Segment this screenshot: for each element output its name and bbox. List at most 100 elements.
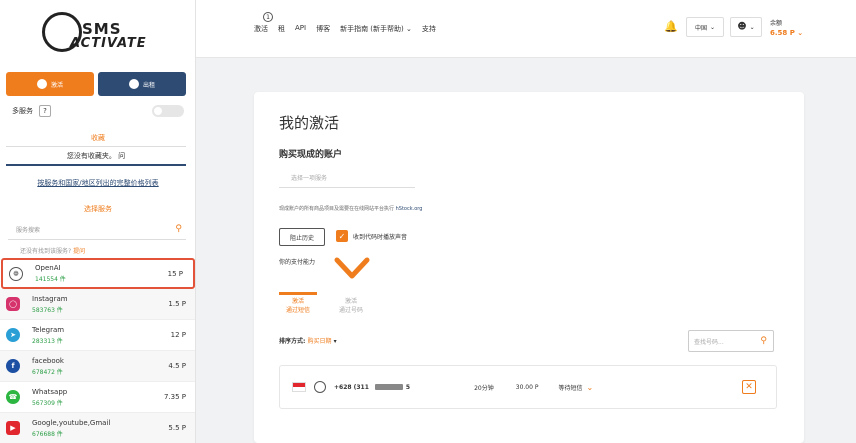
service-price: 15 P xyxy=(167,269,183,278)
not-found-prompt: 还没有找到该服务? 提问 xyxy=(20,246,85,255)
multi-service-toggle[interactable] xyxy=(152,105,184,117)
service-search-input[interactable]: 服务搜索 ⚲ xyxy=(8,220,186,240)
service-price: 1.5 P xyxy=(168,300,186,308)
service-price: 7.35 P xyxy=(163,393,186,401)
tab-rent[interactable]: 出租 xyxy=(98,72,186,96)
full-price-list-link[interactable]: 按服务和国家/地区列出的完整价格列表 xyxy=(0,178,195,188)
service-name: Telegram xyxy=(32,325,65,334)
service-price: 4.5 P xyxy=(168,362,186,370)
balance-value: 6.58 P xyxy=(770,29,795,37)
order-phone[interactable]: +628 (311 xyxy=(334,384,369,391)
service-name: OpenAI xyxy=(35,264,61,272)
history-button[interactable]: 阻止历史 xyxy=(279,228,325,246)
buy-service-select[interactable]: 选择一项服务 xyxy=(279,168,415,188)
indonesia-flag-icon xyxy=(292,382,306,392)
payment-ability-label: 你的支付能力 xyxy=(279,259,316,266)
hstock-link[interactable]: hStock.org xyxy=(396,206,423,212)
help-icon[interactable]: ? xyxy=(39,105,51,117)
bell-icon[interactable]: 🔔 xyxy=(664,20,678,33)
favorites-empty: 您没有收藏夹。 问 xyxy=(6,146,186,166)
whatsapp-icon: ☎ xyxy=(6,390,20,404)
search-icon[interactable]: ⚲ xyxy=(175,224,182,234)
order-time: 20分钟 xyxy=(474,384,494,392)
tab-rent-label: 出租 xyxy=(142,81,155,89)
service-price: 12 P xyxy=(170,331,186,339)
service-count: 283313 件 xyxy=(32,337,63,345)
order-cost: 30.00 P xyxy=(515,383,539,391)
nav-support[interactable]: 支持 xyxy=(422,24,436,34)
nav-activation[interactable]: 激活 1 xyxy=(254,12,273,34)
not-found-text: 还没有找到该服务? xyxy=(20,248,72,255)
google-icon: ▶ xyxy=(6,421,20,435)
language-value: 中国 xyxy=(694,24,707,32)
tab-line: 通过短信 xyxy=(285,307,310,314)
sort-value: 购买日期 xyxy=(307,338,332,345)
instagram-icon: ◯ xyxy=(6,297,20,311)
number-search-input[interactable]: 查找号码... ⚲ xyxy=(688,330,774,352)
service-count: 678472 件 xyxy=(32,368,63,376)
service-search-placeholder: 服务搜索 xyxy=(16,227,41,234)
caret-down-icon: ▾ xyxy=(333,338,337,345)
accounts-notice: 现成账户的所有商品项目及需要在在线网站平台执行 hStock.org xyxy=(279,205,422,212)
service-count: 141554 件 xyxy=(35,276,66,283)
ask-link[interactable]: 提问 xyxy=(73,248,85,255)
nav-label: 支持 xyxy=(421,25,436,33)
redacted-digits xyxy=(374,384,403,390)
order-status[interactable]: 等待短信 ⌄ xyxy=(558,383,593,392)
activations-card: 我的激活 购买现成的账户 选择一项服务 现成账户的所有商品项目及需要在在线网站平… xyxy=(254,92,804,443)
sort-control[interactable]: 排序方式: 购买日期 ▾ xyxy=(279,336,337,345)
cancel-order-icon[interactable]: ✕ xyxy=(742,380,756,394)
service-item-telegram[interactable]: ➤ Telegram 283313 件 12 P xyxy=(0,320,195,351)
telegram-icon: ➤ xyxy=(6,328,20,342)
tab-via-number[interactable]: 激活 通过号码 xyxy=(339,292,363,315)
service-count: 583763 件 xyxy=(32,306,63,314)
service-item-whatsapp[interactable]: ☎ Whatsapp 567309 件 7.35 P xyxy=(0,382,195,413)
service-item-instagram[interactable]: ◯ Instagram 583763 件 1.5 P xyxy=(0,289,195,320)
page-title: 我的激活 xyxy=(279,114,340,132)
number-search-placeholder: 查找号码... xyxy=(694,338,724,346)
service-price: 5.5 P xyxy=(168,424,186,432)
multi-service-label: 多服务 xyxy=(12,107,33,115)
top-bar: 激活 1 租 API 博客 新手指南 (新手帮助) ⌄ 支持 🔔 中国 ⌄ ☻ … xyxy=(196,0,856,58)
activation-tabs: 激活 通过短信 激活 通过号码 xyxy=(279,292,363,315)
sound-option[interactable]: ✓ 收到代码时播放声音 xyxy=(336,230,407,242)
language-select[interactable]: 中国 ⌄ xyxy=(686,17,724,37)
balance-amount: 6.58 P ⌄ xyxy=(770,29,804,37)
nav-blog[interactable]: 博客 xyxy=(316,24,330,34)
nav-label: 新手指南 (新手帮助) xyxy=(340,25,404,33)
user-menu[interactable]: ☻ ⌄ xyxy=(730,17,762,37)
nav-api[interactable]: API xyxy=(295,24,306,34)
checkbox-checked-icon[interactable]: ✓ xyxy=(336,230,348,242)
user-icon: ☻ xyxy=(737,22,747,32)
sound-label: 收到代码时播放声音 xyxy=(353,233,408,241)
tab-activation[interactable]: 激活 xyxy=(6,72,94,96)
chevron-down-icon: ⌄ xyxy=(749,23,755,31)
order-row: +628 (311 5 20分钟 30.00 P 等待短信 ⌄ ✕ xyxy=(279,365,777,409)
service-name: Instagram xyxy=(32,294,68,303)
balance-label: 余额 xyxy=(770,20,783,27)
openai-icon xyxy=(314,381,326,393)
tab-via-sms[interactable]: 激活 通过短信 xyxy=(279,292,317,315)
chevron-down-icon xyxy=(334,257,370,279)
search-icon[interactable]: ⚲ xyxy=(760,336,767,346)
logo[interactable]: SMS ACTIVATE xyxy=(38,10,158,60)
main-nav: 激活 1 租 API 博客 新手指南 (新手帮助) ⌄ 支持 xyxy=(254,12,436,34)
service-name: Google,youtube,Gmail xyxy=(32,418,111,427)
tab-line: 激活 xyxy=(291,298,304,305)
service-count: 676688 件 xyxy=(32,430,63,438)
order-phone-tail: 5 xyxy=(405,383,411,391)
tab-line: 通过号码 xyxy=(339,307,364,314)
service-count: 567309 件 xyxy=(32,399,63,407)
favorites-title: 收藏 xyxy=(91,134,105,142)
nav-guide[interactable]: 新手指南 (新手帮助) ⌄ xyxy=(340,24,412,34)
service-item-facebook[interactable]: f facebook 678472 件 4.5 P xyxy=(0,351,195,382)
service-name: facebook xyxy=(32,356,64,365)
balance[interactable]: 余额 6.58 P ⌄ xyxy=(770,18,803,37)
service-item-openai[interactable]: ❁ OpenAI 141554 件 15 P xyxy=(1,258,195,289)
nav-rent[interactable]: 租 xyxy=(278,24,285,34)
tab-line: 激活 xyxy=(345,298,358,305)
chevron-down-icon: ⌄ xyxy=(709,23,716,31)
activation-icon xyxy=(36,79,47,89)
service-item-google[interactable]: ▶ Google,youtube,Gmail 676688 件 5.5 P xyxy=(0,413,195,443)
sidebar: SMS ACTIVATE 激活 出租 多服务 ? 收藏 您没有收藏夹。 问 按服… xyxy=(0,0,196,443)
